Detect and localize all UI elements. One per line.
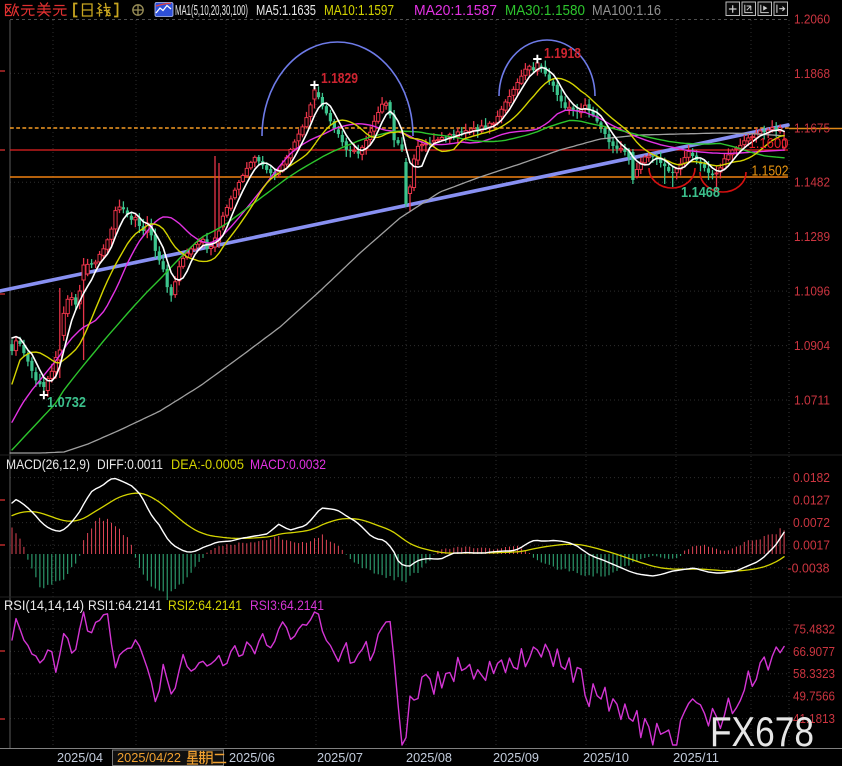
svg-text:0.0072: 0.0072	[793, 515, 830, 530]
svg-text:66.9077: 66.9077	[793, 644, 835, 659]
svg-text:1.1482: 1.1482	[794, 175, 830, 190]
svg-text:1.0711: 1.0711	[794, 392, 830, 407]
svg-text:2025/04/22: 2025/04/22	[117, 750, 181, 765]
svg-text:1.1502: 1.1502	[752, 164, 789, 180]
svg-text:MACD(26,12,9): MACD(26,12,9)	[6, 456, 90, 472]
svg-text:MA100:1.16: MA100:1.16	[592, 3, 661, 19]
svg-text:1.2060: 1.2060	[794, 12, 830, 27]
svg-text:1.1600: 1.1600	[749, 135, 789, 152]
svg-text:-0.0038: -0.0038	[788, 560, 830, 575]
svg-text:2025/04: 2025/04	[57, 750, 103, 765]
svg-text:2025/08: 2025/08	[406, 750, 452, 765]
svg-text:2025/07: 2025/07	[317, 750, 363, 765]
svg-text:MA10:1.1597: MA10:1.1597	[324, 3, 394, 19]
svg-text:2025/06: 2025/06	[229, 750, 275, 765]
svg-text:RSI2:64.2141: RSI2:64.2141	[168, 597, 242, 613]
svg-text:1.0904: 1.0904	[794, 338, 830, 353]
svg-text:1.1918: 1.1918	[544, 45, 581, 62]
svg-text:75.4832: 75.4832	[793, 621, 835, 636]
svg-text:1.1675: 1.1675	[794, 120, 830, 135]
svg-text:1.0732: 1.0732	[47, 394, 86, 411]
svg-text:2025/11: 2025/11	[673, 750, 719, 765]
svg-text:DIFF:0.0011: DIFF:0.0011	[97, 456, 163, 472]
svg-text:2025/09: 2025/09	[493, 750, 539, 765]
svg-text:2025/10: 2025/10	[583, 750, 629, 765]
svg-text:0.0182: 0.0182	[793, 470, 830, 485]
svg-text:49.7566: 49.7566	[793, 689, 835, 704]
svg-text:MA5:1.1635: MA5:1.1635	[256, 3, 316, 19]
svg-text:MA1(5,10,20,30,100): MA1(5,10,20,30,100)	[175, 3, 248, 19]
svg-text:1.1096: 1.1096	[794, 284, 830, 299]
svg-text:RSI1:64.2141: RSI1:64.2141	[88, 597, 162, 613]
svg-text:MACD:0.0032: MACD:0.0032	[250, 456, 326, 472]
svg-text:FX678: FX678	[710, 708, 814, 755]
svg-text:0.0127: 0.0127	[793, 493, 830, 508]
svg-text:0.0017: 0.0017	[793, 538, 830, 553]
svg-text:MA20:1.1587: MA20:1.1587	[414, 3, 497, 19]
svg-text:1.1468: 1.1468	[681, 184, 720, 201]
svg-text:58.3323: 58.3323	[793, 666, 835, 681]
svg-text:RSI3:64.2141: RSI3:64.2141	[250, 597, 324, 613]
svg-text:MA30:1.1580: MA30:1.1580	[505, 3, 585, 19]
svg-text:1.1829: 1.1829	[321, 70, 358, 87]
svg-text:1.1868: 1.1868	[794, 66, 830, 81]
svg-text:RSI(14,14,14): RSI(14,14,14)	[4, 597, 84, 613]
svg-text:DEA:-0.0005: DEA:-0.0005	[171, 456, 244, 472]
svg-text:1.1289: 1.1289	[794, 229, 830, 244]
